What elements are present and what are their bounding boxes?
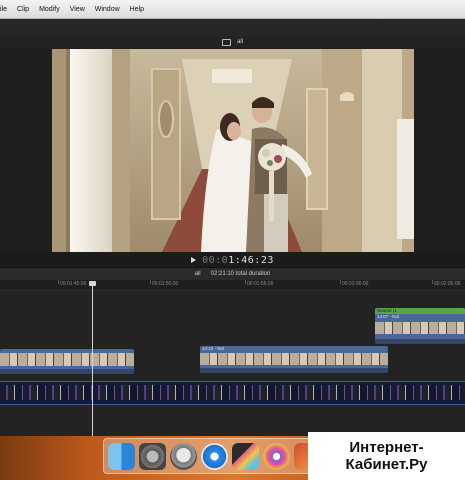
timecode-value: 1:46:23 xyxy=(228,254,274,266)
clip-thumbnails xyxy=(200,353,388,365)
view-options-icon[interactable] xyxy=(221,38,231,46)
connected-clip-upper[interactable]: Neutral (1 14:07 - Nol xyxy=(375,308,465,344)
timeline-ruler[interactable]: 00:01:45:00 00:01:50:00 00:01:55:00 00:0… xyxy=(0,280,465,291)
ruler-tick xyxy=(340,280,341,284)
connected-clip-middle[interactable]: 14:22 - Nol xyxy=(200,346,388,373)
ruler-tick-label: 00:01:50:00 xyxy=(152,281,179,287)
menu-modify[interactable]: Modify xyxy=(34,6,65,13)
menu-window[interactable]: Window xyxy=(90,6,125,13)
motion-icon[interactable] xyxy=(263,442,290,470)
viewer-header: all xyxy=(0,36,465,48)
ruler-tick-label: 00:02:05:00 xyxy=(434,281,461,287)
menu-file[interactable]: ile xyxy=(0,6,12,13)
clip-thumbnails xyxy=(375,322,465,334)
timeline-header: all 02:21:10 total duration xyxy=(0,267,465,280)
menu-view[interactable]: View xyxy=(65,6,90,13)
playback-bar: 00:01:46:23 xyxy=(0,253,465,267)
safari-icon[interactable] xyxy=(201,442,228,470)
dock xyxy=(103,438,321,474)
video-viewer[interactable] xyxy=(52,49,414,252)
finder-icon[interactable] xyxy=(108,442,135,470)
clip-audio xyxy=(375,339,465,344)
watermark-line-1: Интернет- xyxy=(349,439,424,456)
clip-label: 14:07 - Nol xyxy=(377,314,400,319)
primary-storyline[interactable] xyxy=(0,381,465,405)
menu-clip[interactable]: Clip xyxy=(12,6,34,13)
watermark-line-2: Кабинет.Ру xyxy=(345,456,428,473)
ruler-tick-label: 00:02:00:00 xyxy=(342,281,369,287)
viewer-label: all xyxy=(236,39,243,45)
watermark: Интернет- Кабинет.Ру xyxy=(308,432,465,480)
connected-clip-left[interactable] xyxy=(0,349,134,374)
storyline-thumbnails xyxy=(0,385,465,400)
clip-label: 14:22 - Nol xyxy=(202,346,225,351)
clip-audio xyxy=(0,369,134,374)
final-cut-pro-icon[interactable] xyxy=(232,442,259,470)
ruler-tick xyxy=(58,280,59,284)
ruler-tick-label: 00:01:45:00 xyxy=(60,281,87,287)
play-icon[interactable] xyxy=(191,257,197,263)
timecode-prefix: 00:0 xyxy=(202,254,229,266)
timeline-index-label[interactable]: all xyxy=(195,271,201,277)
ruler-tick xyxy=(245,280,246,284)
ruler-tick-label: 00:01:55:00 xyxy=(247,281,274,287)
clip-thumbnails xyxy=(0,353,134,366)
playhead[interactable] xyxy=(92,282,93,436)
system-preferences-icon[interactable] xyxy=(139,442,166,470)
clip-audio xyxy=(200,368,388,373)
launchpad-icon[interactable] xyxy=(170,442,197,470)
viewer-frame-image xyxy=(52,49,414,252)
menu-bar: ile Clip Modify View Window Help xyxy=(0,0,465,19)
menu-help[interactable]: Help xyxy=(125,6,149,13)
ruler-tick xyxy=(150,280,151,284)
ruler-tick xyxy=(432,280,433,284)
timeline-duration: 02:21:10 total duration xyxy=(210,271,271,277)
timecode-display: 00:01:46:23 xyxy=(202,255,274,266)
